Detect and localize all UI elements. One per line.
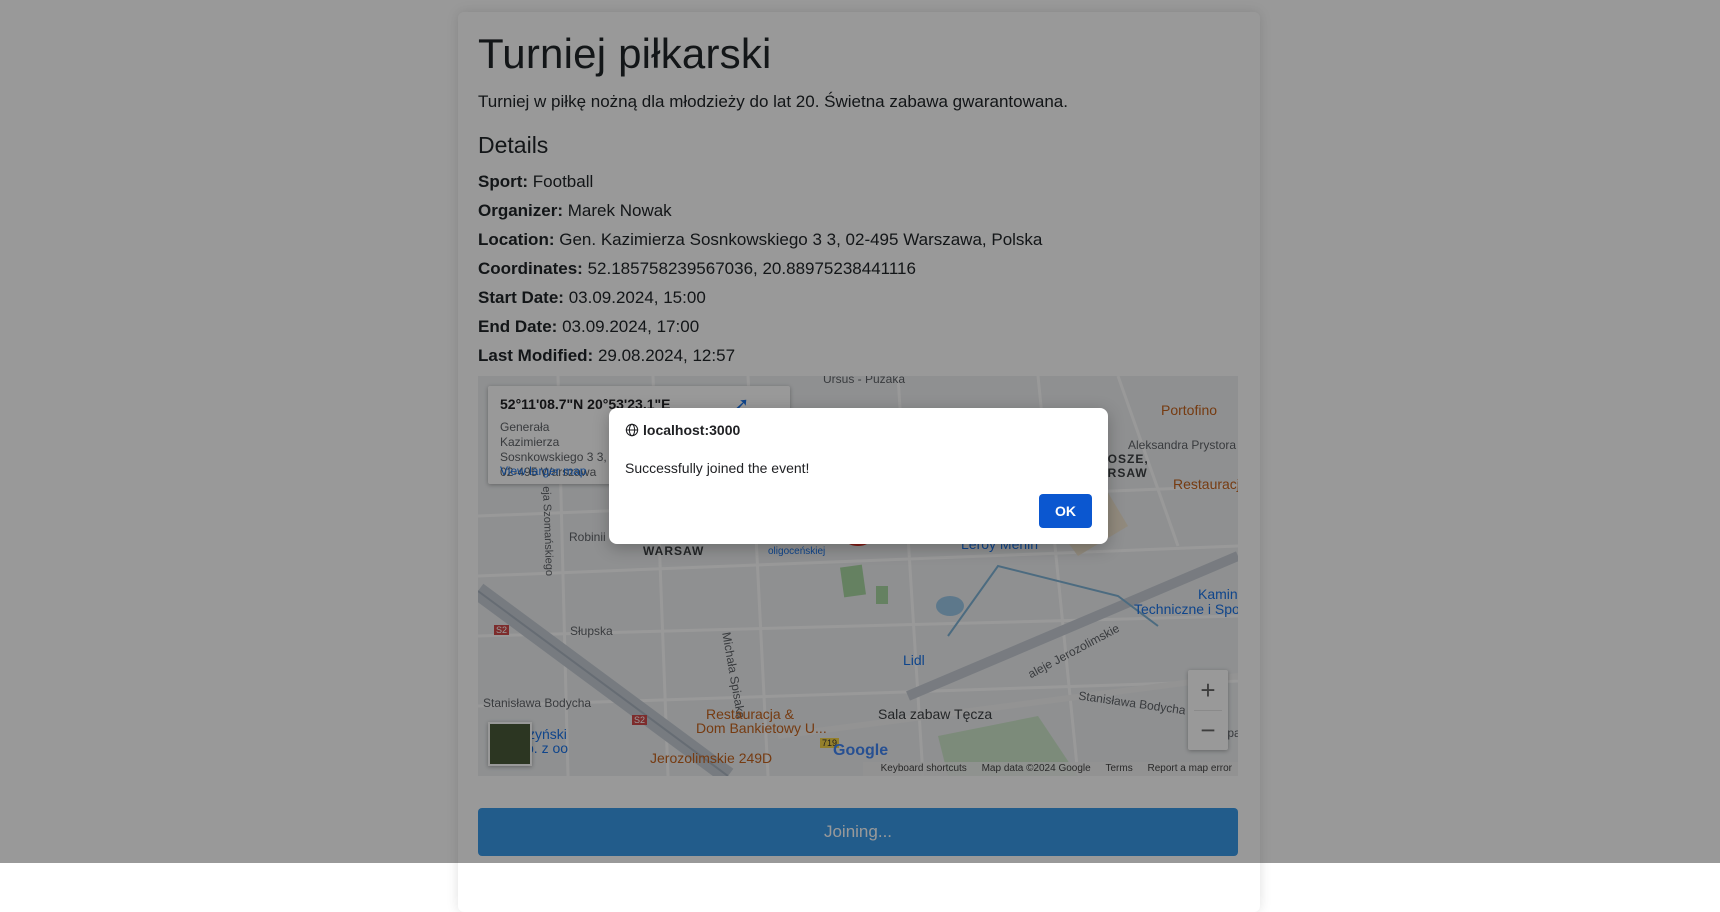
dialog-header: localhost:3000 xyxy=(625,422,740,438)
dialog-message: Successfully joined the event! xyxy=(625,460,810,476)
dialog-origin: localhost:3000 xyxy=(643,422,741,438)
alert-dialog: localhost:3000 Successfully joined the e… xyxy=(609,408,1108,544)
globe-icon xyxy=(625,423,639,437)
ok-button[interactable]: OK xyxy=(1039,494,1092,528)
